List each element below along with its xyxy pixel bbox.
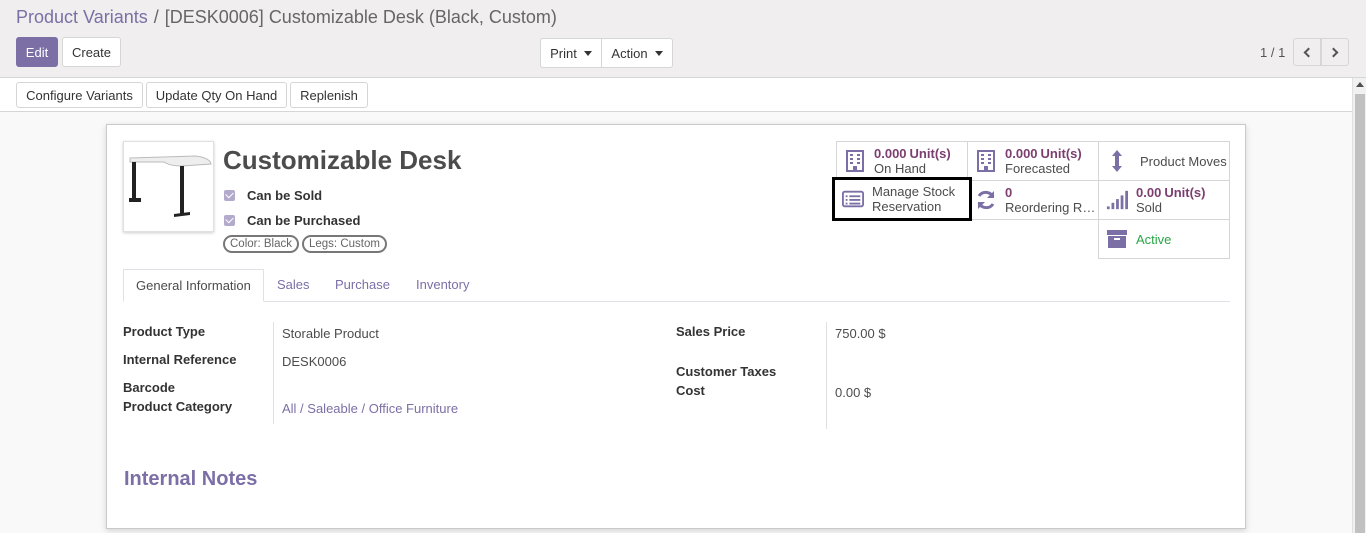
forecasted-unit: Unit(s) <box>1040 146 1082 161</box>
on-hand-unit: Unit(s) <box>909 146 951 161</box>
barcode-label: Barcode <box>123 380 176 395</box>
pager-next-button[interactable] <box>1321 38 1349 66</box>
can-be-sold-checkbox[interactable] <box>224 190 235 201</box>
replenish-button[interactable]: Replenish <box>290 82 368 108</box>
create-button[interactable]: Create <box>62 37 121 67</box>
print-dropdown-button[interactable]: Print <box>540 38 602 68</box>
internal-reference-value[interactable]: DESK0006 <box>282 354 346 369</box>
can-be-purchased-checkbox[interactable] <box>224 215 235 226</box>
reordering-rules-button[interactable]: 0 Reordering R… <box>967 180 1099 220</box>
scrollbar[interactable] <box>1352 78 1366 533</box>
can-be-sold-row: Can be Sold <box>223 188 322 203</box>
arrows-v-icon <box>1106 150 1128 172</box>
sales-price-value[interactable]: 750.00 $ <box>835 326 886 341</box>
tab-purchase[interactable]: Purchase <box>323 269 402 302</box>
attribute-tag-color: Color: Black <box>223 235 299 253</box>
can-be-sold-label: Can be Sold <box>247 188 323 203</box>
smart-buttons: 0.000 Unit(s) On Hand 0.000 Unit(s) Foreca… <box>832 141 1230 259</box>
can-be-purchased-row: Can be Purchased <box>223 213 360 228</box>
form-sheet: Customizable Desk Can be Sold Can be Pur… <box>106 124 1246 529</box>
breadcrumb: Product Variants / [DESK0006] Customizable… <box>16 7 557 28</box>
internal-reference-label: Internal Reference <box>123 352 237 367</box>
pager-previous-button[interactable] <box>1293 38 1321 66</box>
active-label: Active <box>1136 231 1172 247</box>
product-category-value[interactable]: All / Saleable / Office Furniture <box>282 401 458 416</box>
product-moves-label: Product Moves <box>1140 153 1227 169</box>
configure-variants-button[interactable]: Configure Variants <box>16 82 143 108</box>
product-category-label: Product Category <box>123 399 233 414</box>
tab-sales[interactable]: Sales <box>265 269 322 302</box>
breadcrumb-separator: / <box>153 7 159 27</box>
sales-price-label: Sales Price <box>676 324 746 339</box>
action-dropdown-button[interactable]: Action <box>601 38 673 68</box>
sold-label: Sold <box>1136 200 1163 215</box>
product-image[interactable] <box>123 141 214 232</box>
reordering-value: 0 <box>1005 185 1013 200</box>
cost-value[interactable]: 0.00 $ <box>835 385 871 400</box>
on-hand-value: 0.000 <box>874 146 907 161</box>
sold-unit: Unit(s) <box>1164 185 1206 200</box>
cost-label: Cost <box>676 383 705 398</box>
form-content: Customizable Desk Can be Sold Can be Pur… <box>0 112 1352 533</box>
forecasted-button[interactable]: 0.000 Unit(s) Forecasted <box>967 141 1099 181</box>
reordering-label: Reordering R… <box>1005 200 1096 215</box>
list-alt-icon <box>842 188 864 210</box>
can-be-purchased-label: Can be Purchased <box>247 213 361 228</box>
refresh-icon <box>975 189 997 211</box>
manage-stock-label-line1: Manage Stock <box>872 184 956 199</box>
product-type-value[interactable]: Storable Product <box>282 326 379 341</box>
forecasted-label: Forecasted <box>1005 161 1071 176</box>
caret-down-icon <box>583 50 592 56</box>
attribute-tags: Color: Black Legs: Custom <box>223 235 387 253</box>
archive-icon <box>1106 228 1128 250</box>
tab-inventory[interactable]: Inventory <box>404 269 481 302</box>
forecasted-value: 0.000 <box>1005 146 1038 161</box>
internal-notes-title: Internal Notes <box>124 468 258 490</box>
breadcrumb-product-variants[interactable]: Product Variants <box>16 7 148 27</box>
field-separator <box>826 322 827 429</box>
customer-taxes-label: Customer Taxes <box>676 364 777 379</box>
product-moves-button[interactable]: Product Moves <box>1098 141 1230 181</box>
control-panel: Product Variants / [DESK0006] Customizable… <box>0 0 1366 78</box>
tab-general-information[interactable]: General Information <box>123 269 264 302</box>
pager-value[interactable]: 1 / 1 <box>1260 45 1285 60</box>
manage-stock-reservation-button[interactable]: Manage Stock Reservation <box>832 177 972 221</box>
chevron-right-icon <box>1328 47 1339 57</box>
update-qty-on-hand-button[interactable]: Update Qty On Hand <box>146 82 287 108</box>
field-separator <box>273 322 274 424</box>
caret-down-icon <box>654 50 663 56</box>
desk-image-icon <box>129 155 212 217</box>
scroll-up-icon[interactable] <box>1356 82 1364 87</box>
sold-button[interactable]: 0.00 Unit(s) Sold <box>1098 180 1230 220</box>
notebook-tabs: General Information Sales Purchase Inven… <box>123 269 1230 302</box>
on-hand-button[interactable]: 0.000 Unit(s) On Hand <box>836 141 968 181</box>
signal-icon <box>1106 189 1128 211</box>
edit-button[interactable]: Edit <box>16 37 58 67</box>
product-name[interactable]: Customizable Desk <box>223 145 461 176</box>
statusbar: Configure Variants Update Qty On Hand Re… <box>0 78 1352 112</box>
on-hand-label: On Hand <box>874 161 927 176</box>
attribute-tag-legs: Legs: Custom <box>302 235 387 253</box>
scrollbar-thumb[interactable] <box>1355 94 1365 533</box>
action-label: Action <box>611 45 648 61</box>
print-label: Print <box>550 45 577 61</box>
manage-stock-label-line2: Reservation <box>872 199 942 214</box>
building-icon <box>975 150 997 172</box>
breadcrumb-current: [DESK0006] Customizable Desk (Black, Cus… <box>164 7 557 27</box>
sold-value: 0.00 <box>1136 185 1162 200</box>
product-type-label: Product Type <box>123 324 206 339</box>
chevron-left-icon <box>1303 47 1314 57</box>
active-toggle-button[interactable]: Active <box>1098 219 1230 259</box>
building-icon <box>844 150 866 172</box>
